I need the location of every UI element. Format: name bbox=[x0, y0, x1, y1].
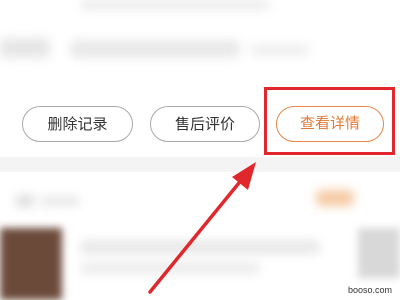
watermark: booso.com bbox=[347, 285, 392, 295]
arrow-shaft bbox=[148, 176, 245, 294]
pointer-arrow bbox=[148, 162, 256, 294]
